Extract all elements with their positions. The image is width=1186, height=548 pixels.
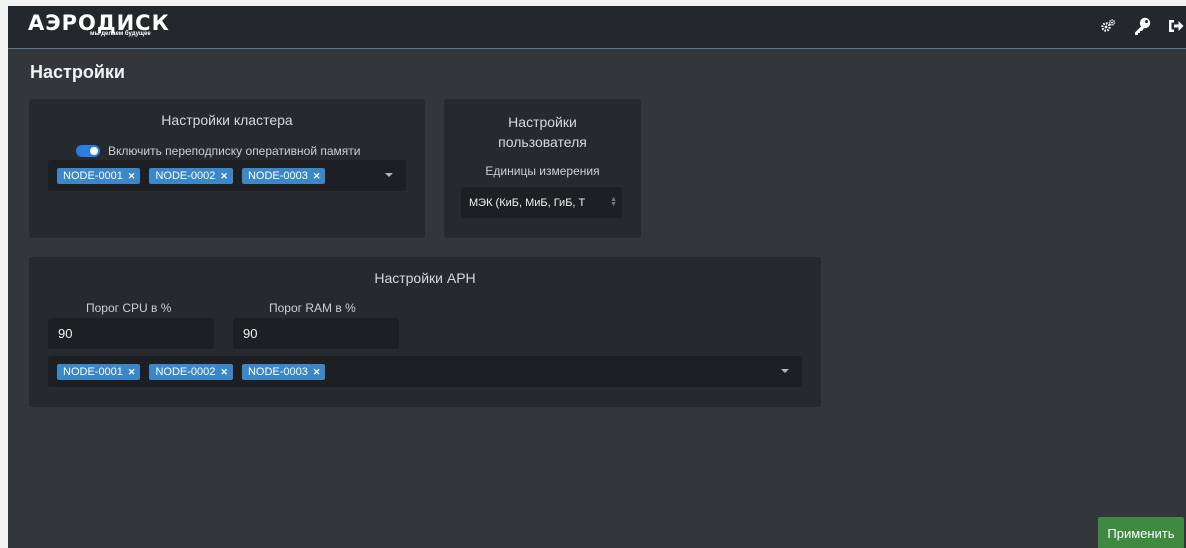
ram-threshold-input[interactable]: 90 bbox=[233, 318, 399, 349]
cluster-settings-title: Настройки кластера bbox=[161, 112, 293, 128]
node-tag: NODE-0002 ✕ bbox=[149, 168, 233, 184]
remove-tag-icon[interactable]: ✕ bbox=[128, 364, 136, 380]
arn-nodes-tags: NODE-0001 ✕ NODE-0002 ✕ NODE-0003 ✕ bbox=[57, 364, 326, 380]
memory-overcommit-label: Включить переподписку оперативной памяти bbox=[108, 144, 361, 158]
arn-settings-card: Настройки АРН Порог CPU в % 90 Порог RAM… bbox=[29, 257, 821, 407]
arn-nodes-select[interactable]: NODE-0001 ✕ NODE-0002 ✕ NODE-0003 ✕ bbox=[48, 356, 802, 387]
cpu-threshold-value: 90 bbox=[58, 326, 73, 341]
header-actions bbox=[1098, 16, 1186, 36]
cogs-icon[interactable] bbox=[1098, 16, 1118, 36]
node-tag: NODE-0001 ✕ bbox=[57, 168, 141, 184]
user-settings-title-line2: пользователя bbox=[498, 134, 587, 150]
remove-tag-icon[interactable]: ✕ bbox=[313, 168, 321, 184]
node-tag-label: NODE-0003 bbox=[247, 170, 308, 182]
node-tag-label: NODE-0002 bbox=[155, 366, 216, 378]
node-tag: NODE-0002 ✕ bbox=[149, 364, 233, 380]
ram-threshold-label: Порог RAM в % bbox=[269, 301, 356, 315]
node-tag: NODE-0001 ✕ bbox=[57, 364, 141, 380]
remove-tag-icon[interactable]: ✕ bbox=[220, 168, 228, 184]
page-title: Настройки bbox=[30, 62, 125, 82]
chevron-down-icon[interactable] bbox=[385, 173, 393, 177]
units-select[interactable]: МЭК (КиБ, МиБ, ГиБ, Т ▲ ▼ bbox=[461, 187, 622, 218]
cluster-settings-card: Настройки кластера Включить переподписку… bbox=[29, 99, 425, 238]
logout-icon[interactable] bbox=[1166, 16, 1186, 36]
user-settings-title: Настройки пользователя bbox=[444, 112, 641, 152]
cpu-threshold-label: Порог CPU в % bbox=[86, 301, 172, 315]
remove-tag-icon[interactable]: ✕ bbox=[313, 364, 321, 380]
user-settings-title-line1: Настройки bbox=[508, 114, 577, 130]
node-tag: NODE-0003 ✕ bbox=[241, 168, 326, 184]
ram-threshold-value: 90 bbox=[243, 326, 258, 341]
chevron-down-icon[interactable] bbox=[781, 369, 789, 373]
units-select-value: МЭК (КиБ, МиБ, ГиБ, Т bbox=[469, 196, 586, 209]
brand-tagline: мы делаем будущее bbox=[90, 31, 151, 37]
node-tag-label: NODE-0003 bbox=[247, 366, 308, 378]
arn-settings-title: Настройки АРН bbox=[374, 270, 476, 286]
brand-logo[interactable]: АЭРОДИСК мы делаем будущее bbox=[28, 11, 170, 37]
memory-overcommit-toggle[interactable] bbox=[76, 145, 100, 157]
node-tag-label: NODE-0001 bbox=[63, 170, 123, 182]
node-tag: NODE-0003 ✕ bbox=[241, 364, 326, 380]
cluster-nodes-select[interactable]: NODE-0001 ✕ NODE-0002 ✕ NODE-0003 ✕ bbox=[48, 160, 406, 191]
remove-tag-icon[interactable]: ✕ bbox=[220, 364, 228, 380]
cluster-nodes-tags: NODE-0001 ✕ NODE-0002 ✕ NODE-0003 ✕ bbox=[57, 168, 326, 184]
app-window: АЭРОДИСК мы делаем будущее Настройки Нас… bbox=[8, 6, 1186, 548]
node-tag-label: NODE-0001 bbox=[63, 366, 123, 378]
select-arrows-icon: ▲ ▼ bbox=[610, 196, 617, 208]
memory-overcommit-row: Включить переподписку оперативной памяти bbox=[76, 144, 360, 158]
node-tag-label: NODE-0002 bbox=[155, 170, 216, 182]
units-label: Единицы измерения bbox=[485, 164, 600, 178]
cpu-threshold-input[interactable]: 90 bbox=[48, 318, 214, 349]
remove-tag-icon[interactable]: ✕ bbox=[128, 168, 136, 184]
user-settings-card: Настройки пользователя Единицы измерения… bbox=[444, 99, 641, 238]
top-navbar: АЭРОДИСК мы делаем будущее bbox=[8, 6, 1186, 49]
key-icon[interactable] bbox=[1132, 16, 1152, 36]
apply-button[interactable]: Применить bbox=[1098, 517, 1184, 548]
